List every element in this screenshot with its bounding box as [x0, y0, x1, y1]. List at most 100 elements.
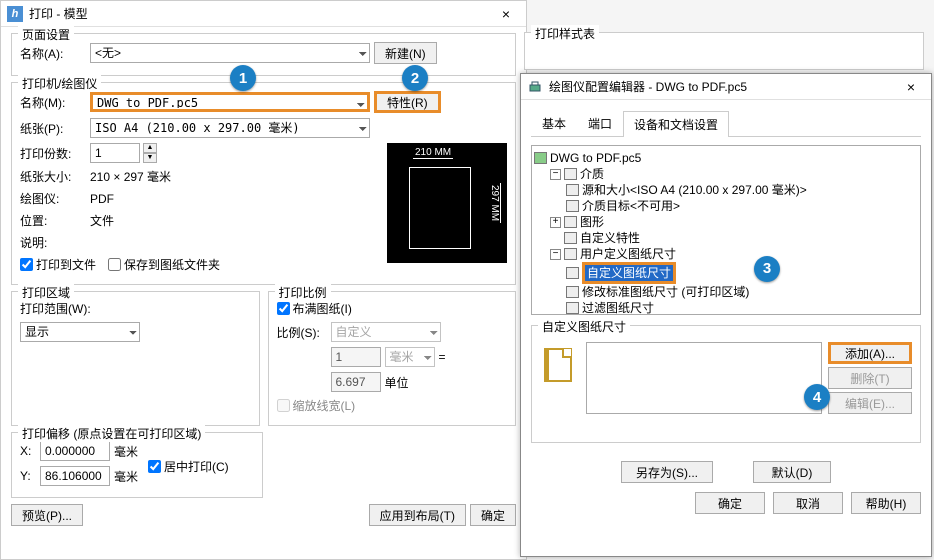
folder-icon [564, 216, 577, 228]
location-value: 文件 [90, 212, 114, 229]
print-scale-group: 打印比例 布满图纸(I) 比例(S): 自定义 毫米 = 单位 缩放线宽 [268, 291, 517, 426]
printer-name-select[interactable]: DWG to PDF.pc5 [90, 92, 370, 112]
folder-icon [564, 248, 577, 260]
copies-label: 打印份数: [20, 145, 86, 162]
collapse-icon[interactable]: − [550, 169, 561, 180]
copies-input[interactable] [90, 143, 140, 163]
window-title: 打印 - 模型 [29, 5, 492, 22]
item-icon [566, 184, 579, 196]
item-icon [566, 302, 579, 314]
tree-custom[interactable]: 自定义特性 [580, 230, 640, 246]
add-size-button[interactable]: 添加(A)... [828, 342, 912, 364]
close-icon[interactable]: × [492, 6, 520, 22]
scale-select: 自定义 [331, 322, 441, 342]
badge-4: 4 [804, 384, 830, 410]
printer-group: 打印机/绘图仪 名称(M): DWG to PDF.pc5 特性(R) 纸张(P… [11, 82, 516, 285]
copies-spinner[interactable]: ▲▼ [143, 143, 157, 163]
page-setup-group: 页面设置 名称(A): <无> 新建(N) [11, 33, 516, 76]
scale-lineweight-checkbox[interactable]: 缩放线宽(L) [277, 397, 356, 414]
editor-help-button[interactable]: 帮助(H) [851, 492, 921, 514]
app-icon: h [7, 6, 23, 22]
print-offset-group: 打印偏移 (原点设置在可打印区域) X: 毫米 Y: 毫米 居中打印(C) [11, 432, 263, 498]
paper-select[interactable]: ISO A4 (210.00 x 297.00 毫米) [90, 118, 370, 138]
plotter-value: PDF [90, 192, 114, 206]
scale-label: 比例(S): [277, 324, 327, 341]
expand-icon[interactable]: + [550, 217, 561, 228]
save-to-folder-checkbox[interactable]: 保存到图纸文件夹 [108, 256, 220, 273]
print-dialog: h 打印 - 模型 × 页面设置 名称(A): <无> 新建(N) 打印机/绘图… [0, 0, 527, 560]
collapse-icon[interactable]: − [550, 249, 561, 260]
preview-button[interactable]: 预览(P)... [11, 504, 83, 526]
tree-mod-std[interactable]: 修改标准图纸尺寸 (可打印区域) [582, 284, 749, 300]
preview-width-label: 210 MM [413, 147, 453, 159]
units-label: 单位 [385, 374, 409, 391]
scale-units-input [331, 372, 381, 392]
tree-custom-size-selected[interactable]: 自定义图纸尺寸 [582, 262, 676, 284]
print-area-group: 打印区域 打印范围(W): 显示 [11, 291, 260, 426]
editor-titlebar: 绘图仪配置编辑器 - DWG to PDF.pc5 × [521, 74, 931, 100]
print-to-file-checkbox[interactable]: 打印到文件 [20, 256, 96, 273]
tree-media[interactable]: 介质 [580, 166, 604, 182]
editor-title: 绘图仪配置编辑器 - DWG to PDF.pc5 [549, 78, 897, 95]
editor-ok-button[interactable]: 确定 [695, 492, 765, 514]
print-offset-legend: 打印偏移 (原点设置在可打印区域) [18, 425, 205, 442]
tab-port[interactable]: 端口 [577, 110, 623, 136]
folder-icon [564, 168, 577, 180]
x-offset-input[interactable] [40, 441, 110, 461]
edit-size-button: 编辑(E)... [828, 392, 912, 414]
item-icon [566, 267, 579, 279]
print-style-legend: 打印样式表 [531, 25, 599, 42]
scale-mm-input [331, 347, 381, 367]
papersize-label: 纸张大小: [20, 168, 86, 185]
page-setup-legend: 页面设置 [18, 26, 74, 43]
default-button[interactable]: 默认(D) [753, 461, 831, 483]
item-icon [564, 232, 577, 244]
print-scale-legend: 打印比例 [275, 284, 331, 301]
save-as-button[interactable]: 另存为(S)... [621, 461, 713, 483]
plotter-label: 绘图仪: [20, 190, 86, 207]
fit-to-paper-checkbox[interactable]: 布满图纸(I) [277, 300, 352, 317]
preview-height-label: 297 MM [489, 183, 501, 223]
print-range-label: 打印范围(W): [20, 300, 91, 317]
plotter-config-editor: 绘图仪配置编辑器 - DWG to PDF.pc5 × 基本 端口 设备和文档设… [520, 73, 932, 557]
tree-root[interactable]: DWG to PDF.pc5 [550, 150, 641, 166]
printer-legend: 打印机/绘图仪 [18, 75, 101, 92]
y-offset-input[interactable] [40, 466, 110, 486]
equals-label: = [439, 350, 446, 364]
titlebar: h 打印 - 模型 × [1, 1, 526, 27]
paper-preview: 210 MM 297 MM [387, 143, 507, 263]
item-icon [566, 200, 579, 212]
editor-close-icon[interactable]: × [897, 79, 925, 95]
apply-layout-button[interactable]: 应用到布局(T) [369, 504, 466, 526]
printer-icon [527, 79, 543, 95]
tab-basic[interactable]: 基本 [531, 110, 577, 136]
tree-filter-sizes[interactable]: 过滤图纸尺寸 [582, 300, 654, 315]
tree-graphics[interactable]: 图形 [580, 214, 604, 230]
desc-label: 说明: [20, 234, 86, 251]
printer-name-label: 名称(M): [20, 94, 86, 111]
y-unit: 毫米 [114, 468, 138, 485]
tree-user-sizes[interactable]: 用户定义图纸尺寸 [580, 246, 676, 262]
tree-src-size[interactable]: 源和大小<ISO A4 (210.00 x 297.00 毫米)> [582, 182, 807, 198]
papersize-value: 210 × 297 毫米 [90, 168, 171, 185]
print-style-group: 打印样式表 [524, 32, 924, 70]
printer-icon [534, 152, 547, 164]
new-page-setup-button[interactable]: 新建(N) [374, 42, 437, 64]
sizes-listbox[interactable] [586, 342, 822, 414]
editor-cancel-button[interactable]: 取消 [773, 492, 843, 514]
tree-target[interactable]: 介质目标<不可用> [582, 198, 680, 214]
tab-device[interactable]: 设备和文档设置 [623, 111, 729, 137]
print-range-select[interactable]: 显示 [20, 322, 140, 342]
printer-properties-button[interactable]: 特性(R) [374, 91, 441, 113]
badge-1: 1 [230, 65, 256, 91]
x-label: X: [20, 444, 36, 458]
ok-button[interactable]: 确定 [470, 504, 516, 526]
editor-tabs: 基本 端口 设备和文档设置 [531, 110, 921, 137]
center-plot-checkbox[interactable]: 居中打印(C) [148, 458, 229, 475]
config-tree[interactable]: DWG to PDF.pc5 − 介质 源和大小<ISO A4 (210.00 x… [531, 145, 921, 315]
delete-size-button: 删除(T) [828, 367, 912, 389]
y-label: Y: [20, 469, 36, 483]
print-area-legend: 打印区域 [18, 284, 74, 301]
custom-sizes-group: 自定义图纸尺寸 添加(A)... 删除(T) 编辑(E)... 4 [531, 325, 921, 443]
page-name-select[interactable]: <无> [90, 43, 370, 63]
